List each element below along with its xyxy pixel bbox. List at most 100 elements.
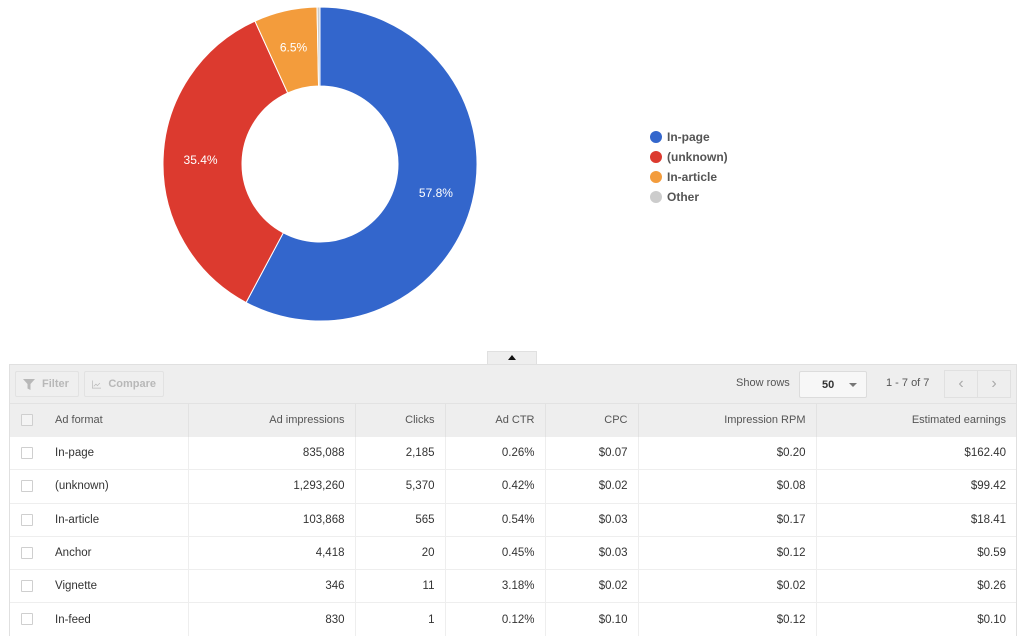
chart-legend: In-page (unknown) In-article Other (650, 127, 728, 207)
prev-page-button[interactable]: ‹ (945, 371, 978, 397)
chevron-left-icon: ‹ (958, 375, 964, 392)
collapse-chart-button[interactable] (487, 351, 537, 365)
chevron-right-icon: › (991, 375, 997, 392)
legend-dot-icon (650, 191, 662, 203)
slice-data-label: 57.8% (419, 186, 453, 200)
legend-label: (unknown) (667, 150, 728, 164)
cell-ad-ctr: 0.45% (445, 535, 546, 570)
cell-cpc: $0.07 (545, 435, 639, 470)
line-chart-icon (92, 380, 102, 388)
ad-format-label: In-page (55, 447, 95, 460)
cell-ad-ctr: 0.42% (445, 469, 546, 504)
legend-label: Other (667, 190, 700, 204)
rows-per-page-value: 50 (822, 379, 835, 391)
row-checkbox[interactable] (21, 580, 33, 593)
filter-label: Filter (42, 378, 69, 390)
table-row[interactable]: Anchor 4,418 20 0.45% $0.03 $0.12 $0.59 (10, 535, 1016, 570)
row-checkbox[interactable] (21, 447, 33, 459)
row-checkbox[interactable] (21, 546, 33, 559)
cell-ad-format: Anchor (10, 535, 189, 570)
select-all-checkbox[interactable] (21, 414, 33, 426)
table-toolbar: Filter Compare Show rows 50 1 - 7 of 7 ‹… (10, 365, 1016, 403)
cell-estimated-earnings: $0.26 (816, 569, 1016, 603)
cell-clicks: 565 (355, 502, 446, 537)
legend-dot-icon (650, 131, 662, 143)
rows-per-page-select[interactable]: 50 (799, 371, 867, 398)
report-table-panel: Filter Compare Show rows 50 1 - 7 of 7 ‹… (9, 364, 1017, 636)
legend-item-unknown[interactable]: (unknown) (650, 147, 728, 167)
table-row[interactable]: (unknown) 1,293,260 5,370 0.42% $0.02 $0.08 $9… (10, 469, 1016, 504)
cell-impression-rpm: $0.08 (638, 469, 817, 504)
column-header-cpc[interactable]: CPC (545, 403, 639, 437)
cell-ad-impressions: 4,418 (188, 535, 356, 570)
legend-item-in-article[interactable]: In-article (650, 167, 728, 187)
cell-estimated-earnings: $0.59 (816, 535, 1016, 570)
cell-clicks: 20 (355, 535, 446, 570)
row-checkbox[interactable] (21, 613, 33, 626)
donut-chart: 57.8% 35.4% 6.5% (162, 6, 478, 322)
cell-cpc: $0.02 (545, 569, 639, 603)
report-table: Ad format Ad impressions Clicks Ad CTR C… (10, 403, 1016, 636)
donut-slice-unknown[interactable] (162, 20, 289, 304)
ad-format-label: In-article (55, 513, 100, 526)
cell-cpc: $0.03 (545, 535, 639, 570)
next-page-button[interactable]: › (978, 371, 1010, 397)
cell-ad-impressions: 830 (188, 602, 356, 636)
cell-ad-impressions: 835,088 (188, 435, 356, 470)
column-header-impression-rpm[interactable]: Impression RPM (638, 403, 817, 437)
cell-impression-rpm: $0.17 (638, 502, 817, 537)
slice-data-label: 6.5% (280, 40, 308, 54)
column-header-clicks[interactable]: Clicks (355, 403, 446, 437)
cell-ad-impressions: 1,293,260 (188, 469, 356, 504)
cell-ad-ctr: 0.26% (445, 435, 546, 470)
table-row[interactable]: In-feed 830 1 0.12% $0.10 $0.12 $0.10 (10, 602, 1016, 636)
cell-cpc: $0.10 (545, 602, 639, 636)
cell-impression-rpm: $0.12 (638, 602, 817, 636)
cell-impression-rpm: $0.20 (638, 435, 817, 470)
cell-impression-rpm: $0.12 (638, 535, 817, 570)
table-row[interactable]: In-article 103,868 565 0.54% $0.03 $0.17 $18.4… (10, 502, 1016, 537)
pagination-controls: ‹ › (944, 370, 1011, 398)
column-header-ad-ctr[interactable]: Ad CTR (445, 403, 546, 437)
row-checkbox[interactable] (21, 480, 33, 493)
table-row[interactable]: Vignette 346 11 3.18% $0.02 $0.02 $0.26 (10, 569, 1016, 603)
table-header-row: Ad format Ad impressions Clicks Ad CTR C… (10, 403, 1016, 437)
cell-ad-format: (unknown) (10, 469, 189, 504)
column-header-ad-format[interactable]: Ad format (10, 403, 189, 437)
cell-ad-impressions: 103,868 (188, 502, 356, 537)
legend-label: In-article (667, 170, 718, 184)
ad-format-label: Anchor (55, 547, 92, 560)
cell-clicks: 11 (355, 569, 446, 603)
cell-cpc: $0.03 (545, 502, 639, 537)
legend-item-in-page[interactable]: In-page (650, 127, 728, 147)
compare-label: Compare (108, 378, 156, 390)
cell-clicks: 1 (355, 602, 446, 636)
cell-impression-rpm: $0.02 (638, 569, 817, 603)
legend-label: In-page (667, 130, 710, 144)
chevron-down-icon (849, 383, 857, 387)
header-label: Ad format (55, 414, 103, 426)
legend-dot-icon (650, 151, 662, 163)
column-header-ad-impressions[interactable]: Ad impressions (188, 403, 356, 437)
cell-estimated-earnings: $18.41 (816, 502, 1016, 537)
cell-estimated-earnings: $99.42 (816, 469, 1016, 504)
ad-format-label: (unknown) (55, 480, 109, 493)
row-checkbox[interactable] (21, 513, 33, 526)
show-rows-label: Show rows (736, 377, 790, 389)
cell-estimated-earnings: $162.40 (816, 435, 1016, 470)
cell-ad-format: In-feed (10, 602, 189, 636)
compare-button[interactable]: Compare (84, 371, 164, 397)
caret-up-icon (508, 355, 516, 360)
cell-ad-format: Vignette (10, 569, 189, 603)
column-header-estimated-earnings[interactable]: Estimated earnings (816, 403, 1016, 437)
cell-ad-format: In-article (10, 502, 189, 537)
cell-clicks: 2,185 (355, 435, 446, 470)
cell-ad-format: In-page (10, 435, 189, 470)
table-row[interactable]: In-page 835,088 2,185 0.26% $0.07 $0.20 $162.4… (10, 435, 1016, 470)
filter-button[interactable]: Filter (15, 371, 79, 397)
ad-format-label: In-feed (55, 613, 91, 626)
legend-dot-icon (650, 171, 662, 183)
cell-ad-ctr: 0.12% (445, 602, 546, 636)
ad-format-label: Vignette (55, 580, 97, 593)
legend-item-other[interactable]: Other (650, 187, 728, 207)
